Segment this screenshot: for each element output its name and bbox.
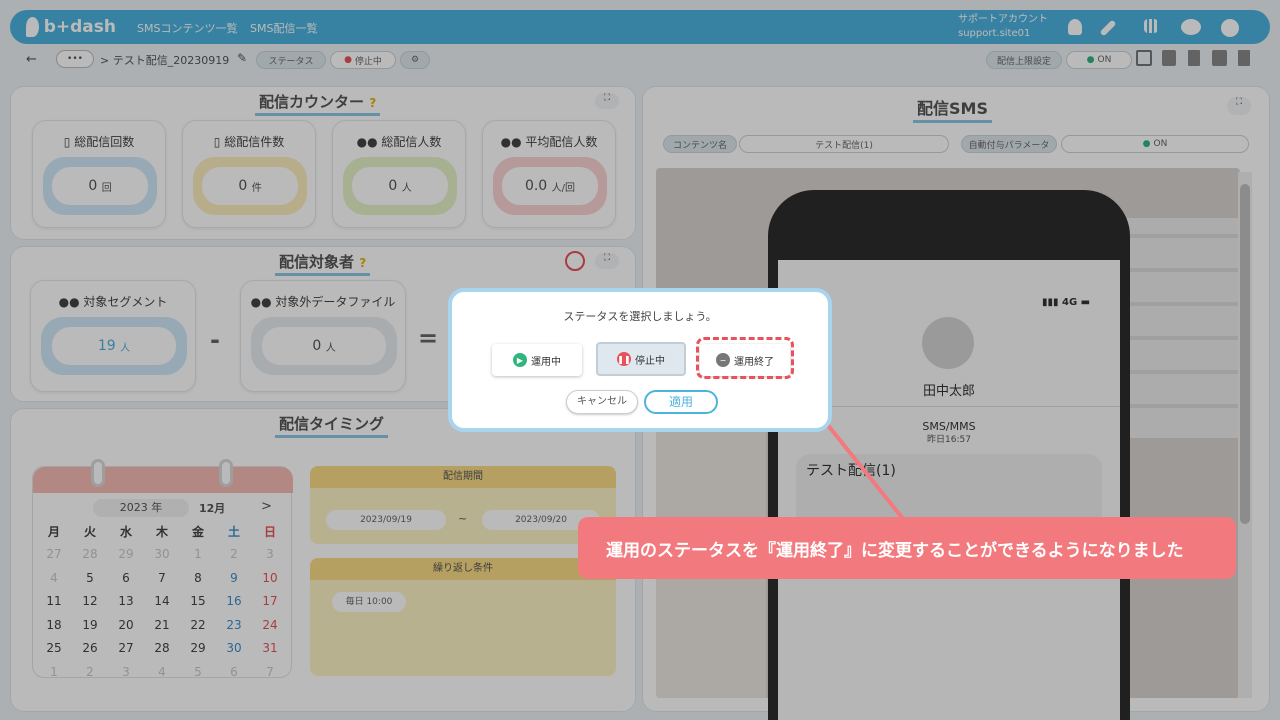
status-option-active[interactable]: ▶ 運用中 bbox=[492, 344, 582, 376]
option-label: 停止中 bbox=[635, 355, 665, 367]
play-icon: ▶ bbox=[513, 353, 527, 367]
modal-prompt: ステータスを選択しましょう。 bbox=[563, 310, 717, 323]
highlight-frame bbox=[696, 337, 794, 379]
option-label: 運用中 bbox=[531, 356, 561, 368]
pause-icon: ❚❚ bbox=[617, 352, 631, 366]
annotation-callout: 運用のステータスを『運用終了』に変更することができるようになりました bbox=[578, 517, 1236, 579]
apply-button[interactable]: 適用 bbox=[644, 390, 718, 414]
status-modal: ステータスを選択しましょう。 ▶ 運用中 ❚❚ 停止中 − 運用終了 キャンセル 適用 bbox=[448, 288, 832, 432]
status-option-paused[interactable]: ❚❚ 停止中 bbox=[596, 342, 686, 376]
cancel-button[interactable]: キャンセル bbox=[566, 390, 638, 414]
